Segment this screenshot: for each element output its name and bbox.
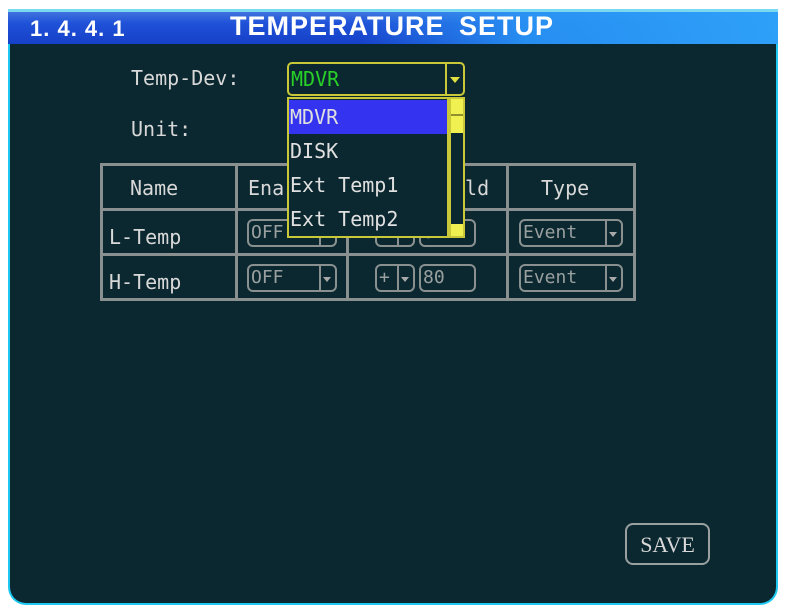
threshold-input[interactable]: 80 [419,264,476,292]
enable-value: OFF [251,222,284,243]
enable-value: OFF [251,267,284,288]
page-title: TEMPERATURE SETUP [230,11,555,41]
header-name: Name [130,176,179,200]
dropdown-option-mdvr[interactable]: MDVR [289,100,447,134]
dropdown-scrollbar[interactable] [449,97,465,238]
scrollbar-thumb[interactable] [451,99,463,133]
enable-select[interactable]: OFF [247,264,337,292]
temp-dev-value: MDVR [291,67,340,91]
chevron-down-icon [605,266,621,290]
chevron-down-icon [319,266,335,290]
temp-dev-dropdown-list: MDVR DISK Ext Temp1 Ext Temp2 [287,97,449,238]
temp-dev-select[interactable]: MDVR [287,62,465,96]
type-value: Event [523,267,578,288]
sign-value: + [379,267,390,288]
dropdown-option-disk[interactable]: DISK [289,134,447,168]
table-row: H-Temp OFF + 80 Event [100,253,636,301]
dropdown-option-ext-temp1[interactable]: Ext Temp1 [289,168,447,202]
chevron-down-icon [605,221,621,245]
type-value: Event [523,222,578,243]
type-select[interactable]: Event [519,264,623,292]
type-select[interactable]: Event [519,219,623,247]
menu-number: 1. 4. 4. 1 [30,16,126,41]
scrollbar-down-arrow[interactable] [451,224,463,236]
header-enable: Ena [248,176,285,200]
row-name: H-Temp [109,270,182,294]
save-button[interactable]: SAVE [625,523,710,565]
dropdown-option-ext-temp2[interactable]: Ext Temp2 [289,202,447,236]
chevron-down-icon[interactable] [445,64,463,94]
title-bar: 1. 4. 4. 1 TEMPERATURE SETUP [8,9,778,44]
unit-label: Unit: [131,117,192,141]
header-type: Type [541,176,590,200]
chevron-down-icon [397,266,413,290]
sign-select[interactable]: + [375,264,415,292]
row-name: L-Temp [109,225,182,249]
temp-dev-label: Temp-Dev: [131,66,240,90]
threshold-value: 80 [423,267,445,288]
